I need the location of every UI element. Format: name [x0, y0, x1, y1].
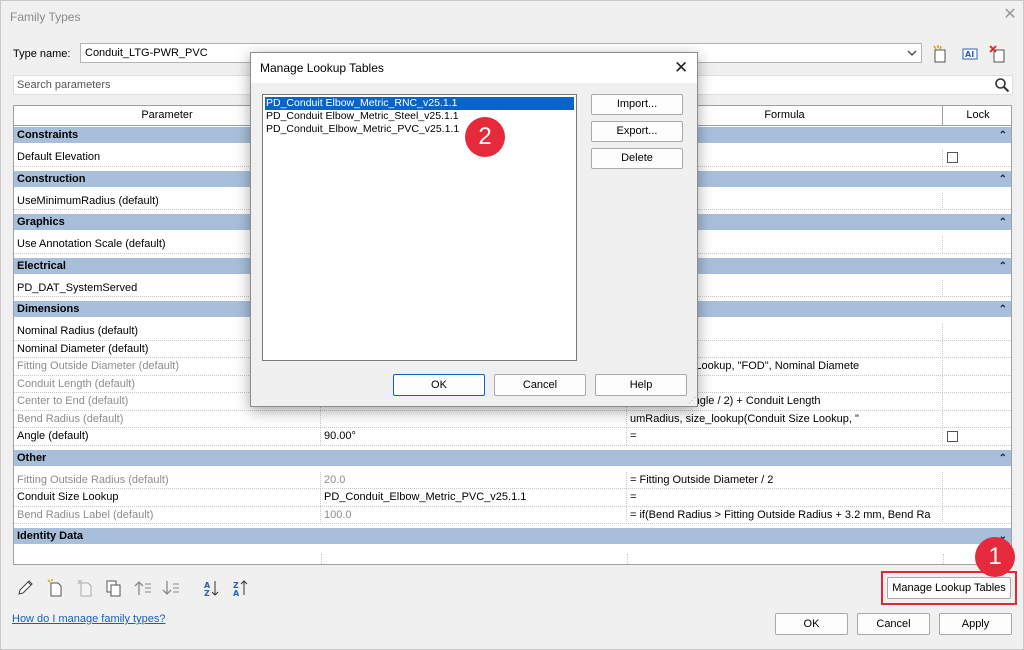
group-label: Constraints: [17, 129, 79, 141]
list-item[interactable]: PD_Conduit Elbow_Metric_Steel_v25.1.1: [265, 110, 574, 123]
modal-cancel-button[interactable]: Cancel: [494, 374, 586, 396]
sort-descending-icon[interactable]: ZA: [231, 578, 251, 598]
svg-text:AI: AI: [965, 50, 974, 59]
list-item[interactable]: PD_Conduit_Elbow_Metric_PVC_v25.1.1: [265, 123, 574, 136]
close-icon[interactable]: ✕: [1001, 6, 1019, 24]
parameter-name: Bend Radius Label (default): [14, 506, 321, 524]
callout-badge-2: 2: [465, 117, 505, 157]
table-row[interactable]: Fitting Outside Radius (default) 20.0 = Fi…: [14, 471, 1011, 489]
new-parameter-icon[interactable]: [45, 578, 65, 598]
parameter-value[interactable]: 100.0: [321, 506, 627, 524]
copy-icon[interactable]: [103, 578, 123, 598]
table-row[interactable]: Bend Radius Label (default) 100.0 = if(Ben…: [14, 506, 1011, 524]
search-placeholder: Search parameters: [17, 79, 111, 91]
group-header[interactable]: Other ⌃: [14, 449, 1011, 467]
sort-ascending-icon[interactable]: AZ: [202, 578, 222, 598]
resize-grip-icon[interactable]: ⋰: [688, 396, 696, 405]
group-label: Graphics: [17, 216, 65, 228]
apply-button[interactable]: Apply: [939, 613, 1012, 635]
type-name-value: Conduit_LTG-PWR_PVC: [85, 47, 208, 59]
group-label: Other: [17, 451, 47, 464]
parameter-lock-cell: [943, 193, 1011, 210]
column-divider: [321, 554, 322, 564]
parameter-lock-cell: [943, 236, 1011, 253]
search-icon[interactable]: [994, 77, 1010, 93]
parameter-lock-cell: [943, 489, 1011, 506]
parameter-lock-cell: [943, 393, 1011, 410]
modal-ok-button[interactable]: OK: [393, 374, 485, 396]
chevron-up-icon[interactable]: ⌃: [999, 301, 1007, 318]
list-item[interactable]: PD_Conduit Elbow_Metric_RNC_v25.1.1: [264, 96, 575, 111]
delete-type-icon[interactable]: [988, 44, 1008, 64]
chevron-up-icon[interactable]: ⌃: [999, 258, 1007, 275]
cancel-button[interactable]: Cancel: [857, 613, 930, 635]
close-icon[interactable]: ✕: [674, 58, 688, 78]
chevron-up-icon[interactable]: ⌃: [999, 127, 1007, 144]
modal-title: Manage Lookup Tables: [260, 61, 384, 75]
chevron-down-icon[interactable]: [906, 45, 918, 64]
help-link[interactable]: How do I manage family types?: [12, 613, 165, 625]
ok-button[interactable]: OK: [775, 613, 848, 635]
parameter-value[interactable]: 20.0: [321, 471, 627, 489]
manage-lookup-tables-button[interactable]: Manage Lookup Tables: [887, 577, 1011, 599]
parameter-lock-cell: [943, 376, 1011, 393]
window-title: Family Types: [10, 10, 81, 24]
export-button[interactable]: Export...: [591, 121, 683, 142]
parameter-lock-cell: [943, 341, 1011, 358]
lock-checkbox[interactable]: [947, 152, 958, 163]
rename-type-icon[interactable]: AI: [960, 44, 980, 64]
parameter-value[interactable]: PD_Conduit_Elbow_Metric_PVC_v25.1.1: [321, 489, 627, 506]
edit-type-icon[interactable]: [15, 578, 35, 598]
column-divider: [627, 554, 628, 564]
new-type-icon[interactable]: [930, 44, 950, 64]
parameter-value[interactable]: [321, 410, 627, 428]
parameter-formula[interactable]: umRadius, size_lookup(Conduit Size Looku…: [627, 410, 943, 428]
table-row[interactable]: Conduit Size Lookup PD_Conduit_Elbow_Metr…: [14, 489, 1011, 507]
parameter-lock-cell: [943, 358, 1011, 375]
table-row[interactable]: Angle (default) 90.00° =: [14, 428, 1011, 446]
parameter-value[interactable]: 90.00°: [321, 428, 627, 445]
chevron-up-icon[interactable]: ⌃: [999, 450, 1007, 467]
parameter-name: Bend Radius (default): [14, 410, 321, 428]
callout-badge-1: 1: [975, 537, 1015, 577]
type-name-label: Type name:: [13, 48, 71, 60]
parameter-name: Angle (default): [14, 428, 321, 445]
parameter-formula[interactable]: = if(Bend Radius > Fitting Outside Radiu…: [627, 506, 943, 524]
column-divider: [943, 554, 944, 564]
group-label: Identity Data: [17, 530, 84, 542]
parameter-formula[interactable]: = Fitting Outside Diameter / 2: [627, 471, 943, 489]
group-label: Dimensions: [17, 303, 80, 315]
parameter-name: Conduit Size Lookup: [14, 489, 321, 506]
modal-help-button[interactable]: Help: [595, 374, 687, 396]
group-header[interactable]: Identity Data ⌄: [14, 528, 1011, 545]
lookup-tables-list[interactable]: PD_Conduit Elbow_Metric_RNC_v25.1.1 PD_C…: [262, 94, 577, 361]
move-up-icon[interactable]: [133, 578, 153, 598]
chevron-up-icon[interactable]: ⌃: [999, 214, 1007, 231]
parameter-lock-cell: [943, 323, 1011, 340]
parameter-formula[interactable]: =: [627, 428, 943, 445]
parameter-lock-cell: [943, 472, 1011, 489]
parameter-lock-cell: [943, 280, 1011, 297]
delete-parameter-icon[interactable]: [75, 578, 95, 598]
delete-button[interactable]: Delete: [591, 148, 683, 169]
parameter-lock-cell: [943, 411, 1011, 428]
parameter-lock-cell: [943, 507, 1011, 524]
svg-text:A: A: [233, 589, 240, 598]
manage-lookup-tables-dialog: Manage Lookup Tables ✕ PD_Conduit Elbow_…: [250, 52, 698, 407]
table-row[interactable]: Bend Radius (default) umRadius, size_look…: [14, 410, 1011, 428]
lock-checkbox[interactable]: [947, 431, 958, 442]
column-header-lock[interactable]: Lock: [943, 106, 1011, 126]
move-down-icon[interactable]: [161, 578, 181, 598]
chevron-up-icon[interactable]: ⌃: [999, 171, 1007, 188]
modal-titlebar: Manage Lookup Tables ✕: [251, 53, 697, 83]
import-button[interactable]: Import...: [591, 94, 683, 115]
svg-text:Z: Z: [204, 589, 210, 598]
group-label: Construction: [17, 172, 86, 185]
group-label: Electrical: [17, 259, 66, 272]
parameter-name: Fitting Outside Radius (default): [14, 471, 321, 489]
parameter-formula[interactable]: =: [627, 489, 943, 506]
